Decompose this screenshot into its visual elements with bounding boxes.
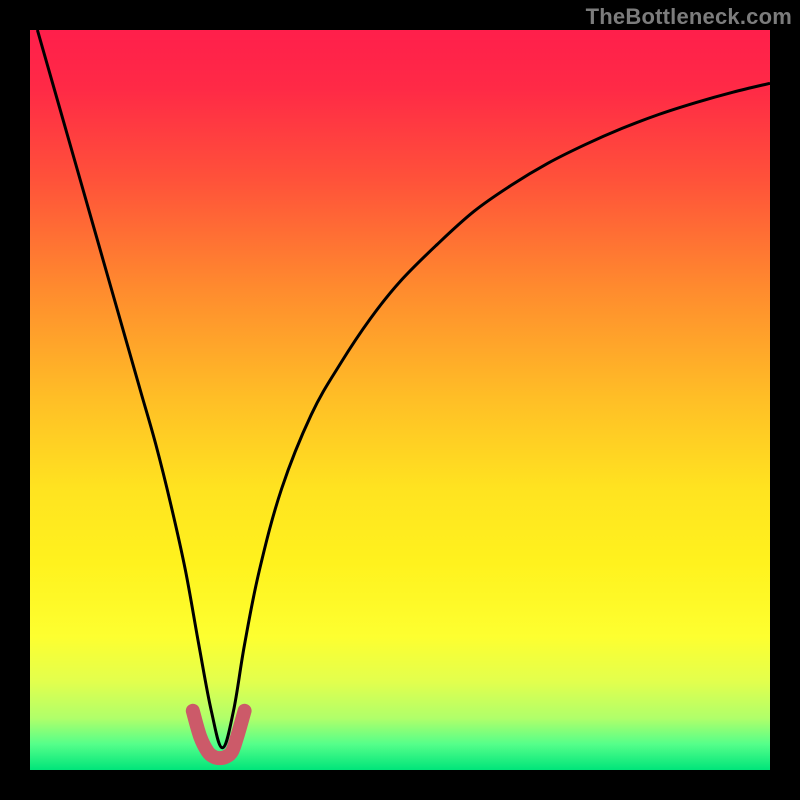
chart-frame: TheBottleneck.com [0, 0, 800, 800]
plot-area [30, 30, 770, 770]
bottleneck-curve [37, 30, 770, 748]
watermark-label: TheBottleneck.com [586, 4, 792, 30]
curve-layer [30, 30, 770, 770]
notch-marker [193, 711, 245, 758]
